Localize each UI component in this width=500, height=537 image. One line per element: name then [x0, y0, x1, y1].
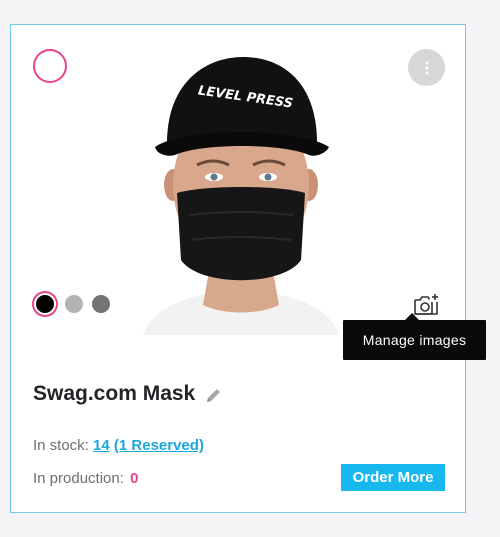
manage-images-tooltip: Manage images — [343, 313, 486, 360]
reserved-link[interactable]: (1 Reserved) — [114, 437, 204, 454]
tooltip-label: Manage images — [362, 332, 467, 348]
product-title-row: Swag.com Mask — [33, 382, 222, 406]
swatch-dark-gray[interactable] — [92, 295, 110, 313]
more-vertical-icon — [425, 61, 428, 74]
in-stock-line: In stock: 14 (1 Reserved) — [33, 437, 204, 454]
in-stock-label: In stock: — [33, 437, 89, 454]
swatch-black[interactable] — [36, 295, 54, 313]
in-stock-count-link[interactable]: 14 — [93, 437, 110, 454]
in-production-label: In production: — [33, 470, 124, 487]
pencil-icon[interactable] — [205, 387, 222, 404]
product-image: LEVEL PRESS — [133, 35, 349, 335]
product-name: Swag.com Mask — [33, 382, 196, 405]
swatch-light-gray[interactable] — [65, 295, 83, 313]
color-swatches — [33, 295, 110, 313]
select-product-checkbox[interactable] — [33, 49, 67, 83]
order-more-button[interactable]: Order More — [341, 464, 445, 491]
more-options-button[interactable] — [408, 49, 445, 86]
product-card: LEVEL PRESS Swag.com Mask In stock: 14 (… — [10, 24, 466, 513]
in-production-count: 0 — [130, 470, 139, 487]
in-production-line: In production: 0 — [33, 470, 138, 487]
